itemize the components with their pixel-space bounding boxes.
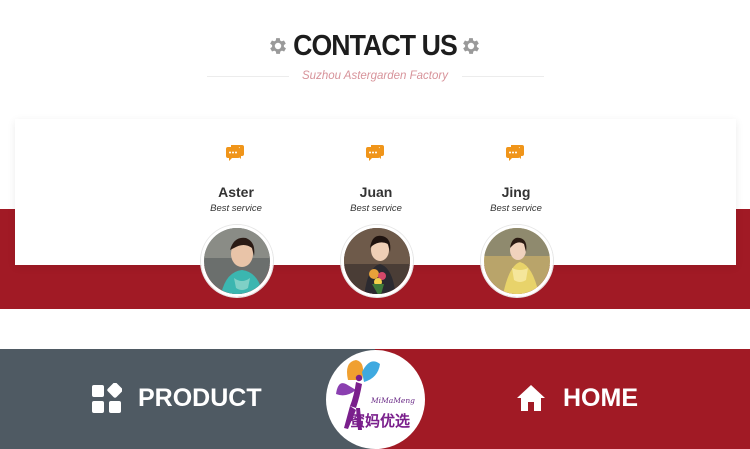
home-button[interactable]: HOME [375, 349, 750, 449]
page-subtitle: Suzhou Astergarden Factory [302, 70, 448, 82]
grid-icon [92, 383, 122, 413]
contact-header: CONTACT US Suzhou Astergarden Factory [0, 0, 750, 110]
page-title: CONTACT US [293, 30, 458, 62]
subtitle-row: Suzhou Astergarden Factory [0, 68, 750, 84]
home-label: HOME [563, 384, 638, 412]
contact-name: Aster [218, 184, 254, 200]
contact-role: Best service [350, 203, 402, 214]
chat-bubble-icon[interactable] [225, 144, 245, 162]
contact-role: Best service [490, 203, 542, 214]
product-label: PRODUCT [138, 384, 262, 412]
gear-icon [463, 38, 479, 54]
chat-bubble-icon[interactable] [365, 144, 385, 162]
home-icon [517, 385, 545, 411]
gear-icon [270, 38, 286, 54]
avatar[interactable] [481, 225, 553, 297]
contact-name: Jing [501, 184, 531, 200]
logo-latin-text: MiMaMeng [371, 396, 415, 405]
product-button[interactable]: PRODUCT [0, 349, 375, 449]
logo-chinese-text: 蜜妈优选 [350, 412, 411, 430]
divider [462, 76, 544, 77]
brand-logo[interactable]: MiMaMeng 蜜妈优选 [326, 350, 425, 449]
contact-name: Juan [359, 184, 393, 200]
avatar[interactable] [201, 225, 273, 297]
chat-bubble-icon[interactable] [505, 144, 525, 162]
title-row: CONTACT US [0, 26, 750, 66]
avatar[interactable] [341, 225, 413, 297]
contact-role: Best service [210, 203, 262, 214]
